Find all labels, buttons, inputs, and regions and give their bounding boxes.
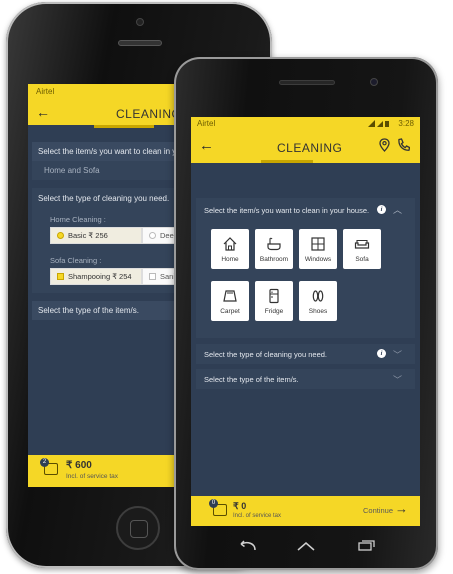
- iphone-speaker: [118, 40, 162, 46]
- carrier-label: Airtel: [197, 119, 216, 128]
- nav-home-icon[interactable]: [295, 539, 317, 557]
- cart-icon[interactable]: 2: [40, 458, 58, 475]
- chevron-down-icon[interactable]: ﹀: [393, 348, 402, 361]
- android-nav-bar: [191, 531, 420, 561]
- iphone-camera: [136, 18, 144, 26]
- back-arrow-icon[interactable]: ←: [36, 104, 50, 120]
- android-camera: [370, 78, 378, 86]
- item-type-row[interactable]: Select the type of the item/s. ﹀: [196, 369, 415, 389]
- item-question: Select the item/s you want to clean in y…: [204, 206, 370, 215]
- page-title: CLEANING: [116, 107, 182, 121]
- item-tile-carpet[interactable]: Carpet: [211, 281, 249, 321]
- chevron-up-icon[interactable]: ︿: [393, 203, 402, 216]
- tax-note: Incl. of service tax: [233, 513, 282, 519]
- android-device: Airtel 3:28 ← CLEANING Select the item/s…: [174, 57, 438, 570]
- back-arrow-icon[interactable]: ←: [199, 137, 214, 154]
- tax-note: Incl. of service tax: [66, 473, 119, 480]
- window-icon: [311, 237, 325, 251]
- page-title: CLEANING: [277, 141, 343, 155]
- home-icon: [223, 237, 237, 251]
- cleaning-type-prompt: Select the type of cleaning you need.: [204, 350, 328, 359]
- fridge-icon: [269, 288, 279, 304]
- cart-footer: 0 ₹ 0 Incl. of service tax Continue →: [191, 496, 420, 526]
- item-tile-home[interactable]: Home: [211, 229, 249, 269]
- android-speaker: [279, 80, 335, 85]
- option-shampooing[interactable]: Shampooing ₹ 254: [50, 268, 142, 285]
- info-icon[interactable]: i: [377, 349, 386, 358]
- app-header: ← CLEANING: [191, 131, 420, 163]
- progress-indicator: [261, 160, 313, 163]
- continue-arrow-icon[interactable]: →: [395, 501, 408, 516]
- cart-icon[interactable]: 0: [209, 499, 227, 516]
- item-tile-windows[interactable]: Windows: [299, 229, 337, 269]
- item-tile-sofa[interactable]: Sofa: [343, 229, 381, 269]
- android-screen: Airtel 3:28 ← CLEANING Select the item/s…: [191, 117, 420, 526]
- cart-total: ₹ 600: [66, 460, 92, 471]
- checkbox-checked-icon: [57, 273, 64, 280]
- nav-back-icon[interactable]: [237, 539, 257, 557]
- cart-count: 2: [40, 458, 49, 467]
- option-basic[interactable]: Basic ₹ 256: [50, 227, 142, 244]
- sofa-icon: [354, 239, 370, 249]
- info-icon[interactable]: i: [377, 205, 386, 214]
- carpet-icon: [223, 290, 237, 302]
- chevron-down-icon[interactable]: ﹀: [393, 373, 402, 386]
- radio-icon: [149, 232, 156, 239]
- item-selection-card: Select the item/s you want to clean in y…: [196, 198, 415, 338]
- signal-battery-icon: [368, 120, 390, 130]
- phone-icon[interactable]: [397, 138, 411, 157]
- iphone-home-button[interactable]: [116, 506, 160, 550]
- shoes-icon: [312, 290, 324, 302]
- radio-selected-icon: [57, 232, 64, 239]
- bathtub-icon: [267, 237, 281, 251]
- status-bar: Airtel 3:28: [191, 117, 420, 131]
- continue-button[interactable]: Continue: [363, 506, 393, 515]
- carrier-label: Airtel: [36, 87, 55, 96]
- item-type-prompt: Select the type of the item/s.: [204, 375, 299, 384]
- item-tile-shoes[interactable]: Shoes: [299, 281, 337, 321]
- progress-indicator: [94, 125, 154, 128]
- cart-total: ₹ 0: [233, 501, 247, 511]
- cart-count: 0: [209, 499, 218, 508]
- location-pin-icon[interactable]: [379, 138, 390, 157]
- checkbox-icon: [149, 273, 156, 280]
- item-tile-bathroom[interactable]: Bathroom: [255, 229, 293, 269]
- nav-recents-icon[interactable]: [357, 539, 377, 557]
- item-tile-fridge[interactable]: Fridge: [255, 281, 293, 321]
- cleaning-type-row[interactable]: Select the type of cleaning you need. i …: [196, 344, 415, 364]
- clock: 3:28: [398, 119, 414, 128]
